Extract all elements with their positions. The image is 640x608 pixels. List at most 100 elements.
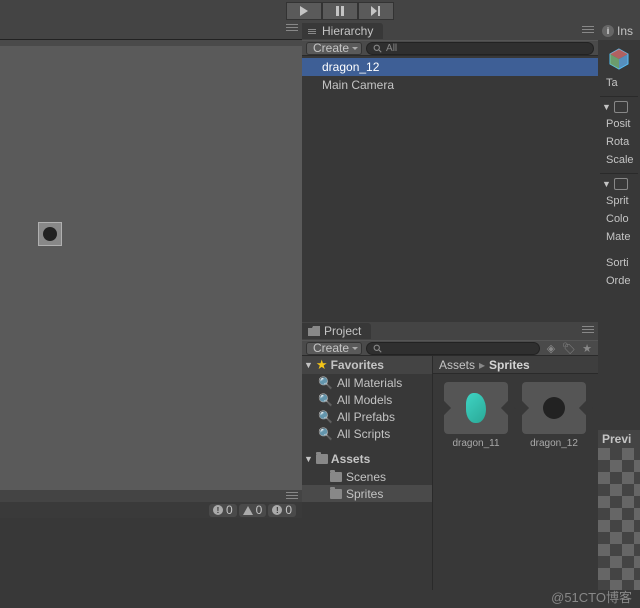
top-toolbar	[0, 0, 640, 22]
hierarchy-item[interactable]: dragon_12	[302, 58, 598, 76]
project-toolbar: Create ◈ 🏷 ★	[302, 340, 598, 356]
favorite-label: All Models	[337, 393, 392, 407]
search-icon: 🔍	[318, 393, 333, 407]
folder-item[interactable]: Sprites	[302, 485, 432, 502]
panel-menu-icon[interactable]	[582, 26, 594, 36]
preview-header[interactable]: Previ	[598, 430, 640, 448]
playback-controls	[286, 2, 394, 20]
sprite-preview	[466, 393, 486, 423]
project-folders: ▼ ★ Favorites 🔍All Materials 🔍All Models…	[302, 356, 432, 590]
play-button[interactable]	[286, 2, 322, 20]
scale-label: Scale	[600, 151, 638, 169]
project-toolbar-icons: ◈ 🏷 ★	[544, 341, 594, 355]
sprite-preview	[543, 397, 565, 419]
pause-button[interactable]	[322, 2, 358, 20]
hierarchy-tab-label: Hierarchy	[322, 24, 373, 38]
warn-count-pill[interactable]: 0	[239, 504, 267, 517]
scene-panel-header	[0, 22, 302, 40]
watermark: @51CTO博客	[551, 587, 632, 606]
hierarchy-item[interactable]: Main Camera	[302, 76, 598, 94]
assets-label: Assets	[331, 452, 370, 466]
asset-thumbnail	[522, 382, 586, 434]
component-header[interactable]: ▼	[600, 176, 638, 192]
hierarchy-tree: dragon_12 Main Camera	[302, 56, 598, 94]
breadcrumb-current: Sprites	[489, 358, 530, 372]
sprite-renderer-component: ▼ Sprit Colo Mate Sorti Orde	[600, 173, 638, 290]
folder-icon	[330, 472, 342, 482]
warning-icon	[243, 506, 253, 515]
inspector-tab-label: Ins	[617, 24, 633, 38]
tag-label: Ta	[600, 74, 638, 92]
hierarchy-panel: Hierarchy Create All dragon_12 Main Came…	[302, 22, 598, 322]
project-tab[interactable]: Project	[302, 323, 371, 339]
scene-panel	[0, 22, 302, 490]
favorite-item[interactable]: 🔍 All Models	[302, 391, 432, 408]
project-tab-label: Project	[324, 324, 361, 338]
order-label: Orde	[600, 272, 638, 290]
favorite-item[interactable]: 🔍All Materials	[302, 374, 432, 391]
breadcrumb-separator-icon: ▸	[479, 358, 485, 372]
console-panel: !0 0 !0	[0, 490, 302, 518]
panel-menu-icon[interactable]	[286, 24, 298, 34]
console-tab-area	[0, 490, 302, 502]
asset-item[interactable]: dragon_11	[441, 382, 511, 449]
scene-viewport[interactable]	[0, 46, 302, 490]
search-placeholder: All	[386, 43, 397, 54]
search-icon: 🔍	[318, 410, 333, 424]
create-dropdown[interactable]: Create	[306, 342, 362, 355]
sprite-graphic	[43, 227, 57, 241]
transform-component: ▼ Posit Rota Scale	[600, 96, 638, 169]
inspector-content: Ta ▼ Posit Rota Scale ▼ Sprit Colo Mate …	[598, 40, 640, 294]
folder-label: Sprites	[346, 487, 383, 501]
create-label: Create	[313, 41, 349, 55]
filter-icon[interactable]: ◈	[544, 341, 558, 355]
project-tab-bar: Project	[302, 322, 598, 340]
info-icon: !	[213, 505, 223, 515]
sprite-renderer-icon	[614, 178, 628, 190]
asset-grid[interactable]: dragon_11 dragon_12	[433, 374, 598, 457]
panel-menu-icon[interactable]	[582, 326, 594, 336]
inspector-tab[interactable]: i Ins	[598, 22, 640, 40]
sorting-label: Sorti	[600, 254, 638, 272]
breadcrumb: Assets ▸ Sprites	[433, 356, 598, 374]
preview-label: Previ	[602, 432, 631, 446]
favorite-item[interactable]: 🔍All Scripts	[302, 425, 432, 442]
transform-icon	[614, 101, 628, 113]
folder-item[interactable]: Scenes	[302, 468, 432, 485]
asset-label: dragon_11	[452, 438, 499, 449]
asset-thumbnail	[444, 382, 508, 434]
folder-icon	[316, 454, 328, 464]
scene-object-selected[interactable]	[38, 222, 62, 246]
project-search[interactable]	[366, 342, 540, 355]
label-icon[interactable]: 🏷	[562, 341, 576, 355]
warn-count: 0	[256, 503, 263, 517]
component-header[interactable]: ▼	[600, 99, 638, 115]
create-label: Create	[313, 341, 349, 355]
position-label: Posit	[600, 115, 638, 133]
create-dropdown[interactable]: Create	[306, 42, 362, 55]
expand-arrow-icon: ▼	[602, 179, 611, 189]
info-count: 0	[226, 503, 233, 517]
hierarchy-icon	[308, 29, 316, 34]
error-count-pill[interactable]: !0	[268, 504, 296, 517]
info-icon: i	[602, 25, 614, 37]
hierarchy-tab[interactable]: Hierarchy	[302, 23, 383, 39]
asset-item[interactable]: dragon_12	[519, 382, 589, 449]
favorite-label: All Prefabs	[337, 410, 395, 424]
expand-arrow-icon: ▼	[304, 454, 313, 464]
step-button[interactable]	[358, 2, 394, 20]
favorites-header[interactable]: ▼ ★ Favorites	[302, 356, 432, 374]
assets-header[interactable]: ▼ Assets	[302, 450, 432, 468]
favorite-label: All Materials	[337, 376, 402, 390]
hierarchy-search[interactable]: All	[366, 42, 594, 55]
panel-menu-icon[interactable]	[286, 492, 298, 502]
info-count-pill[interactable]: !0	[209, 504, 237, 517]
project-body: ▼ ★ Favorites 🔍All Materials 🔍All Models…	[302, 356, 598, 590]
expand-arrow-icon: ▼	[304, 360, 313, 370]
favorite-item[interactable]: 🔍 All Prefabs	[302, 408, 432, 425]
breadcrumb-root[interactable]: Assets	[439, 358, 475, 372]
folder-icon	[308, 326, 320, 336]
favorite-icon[interactable]: ★	[580, 341, 594, 355]
expand-arrow-icon: ▼	[602, 102, 611, 112]
favorites-label: Favorites	[331, 358, 384, 372]
